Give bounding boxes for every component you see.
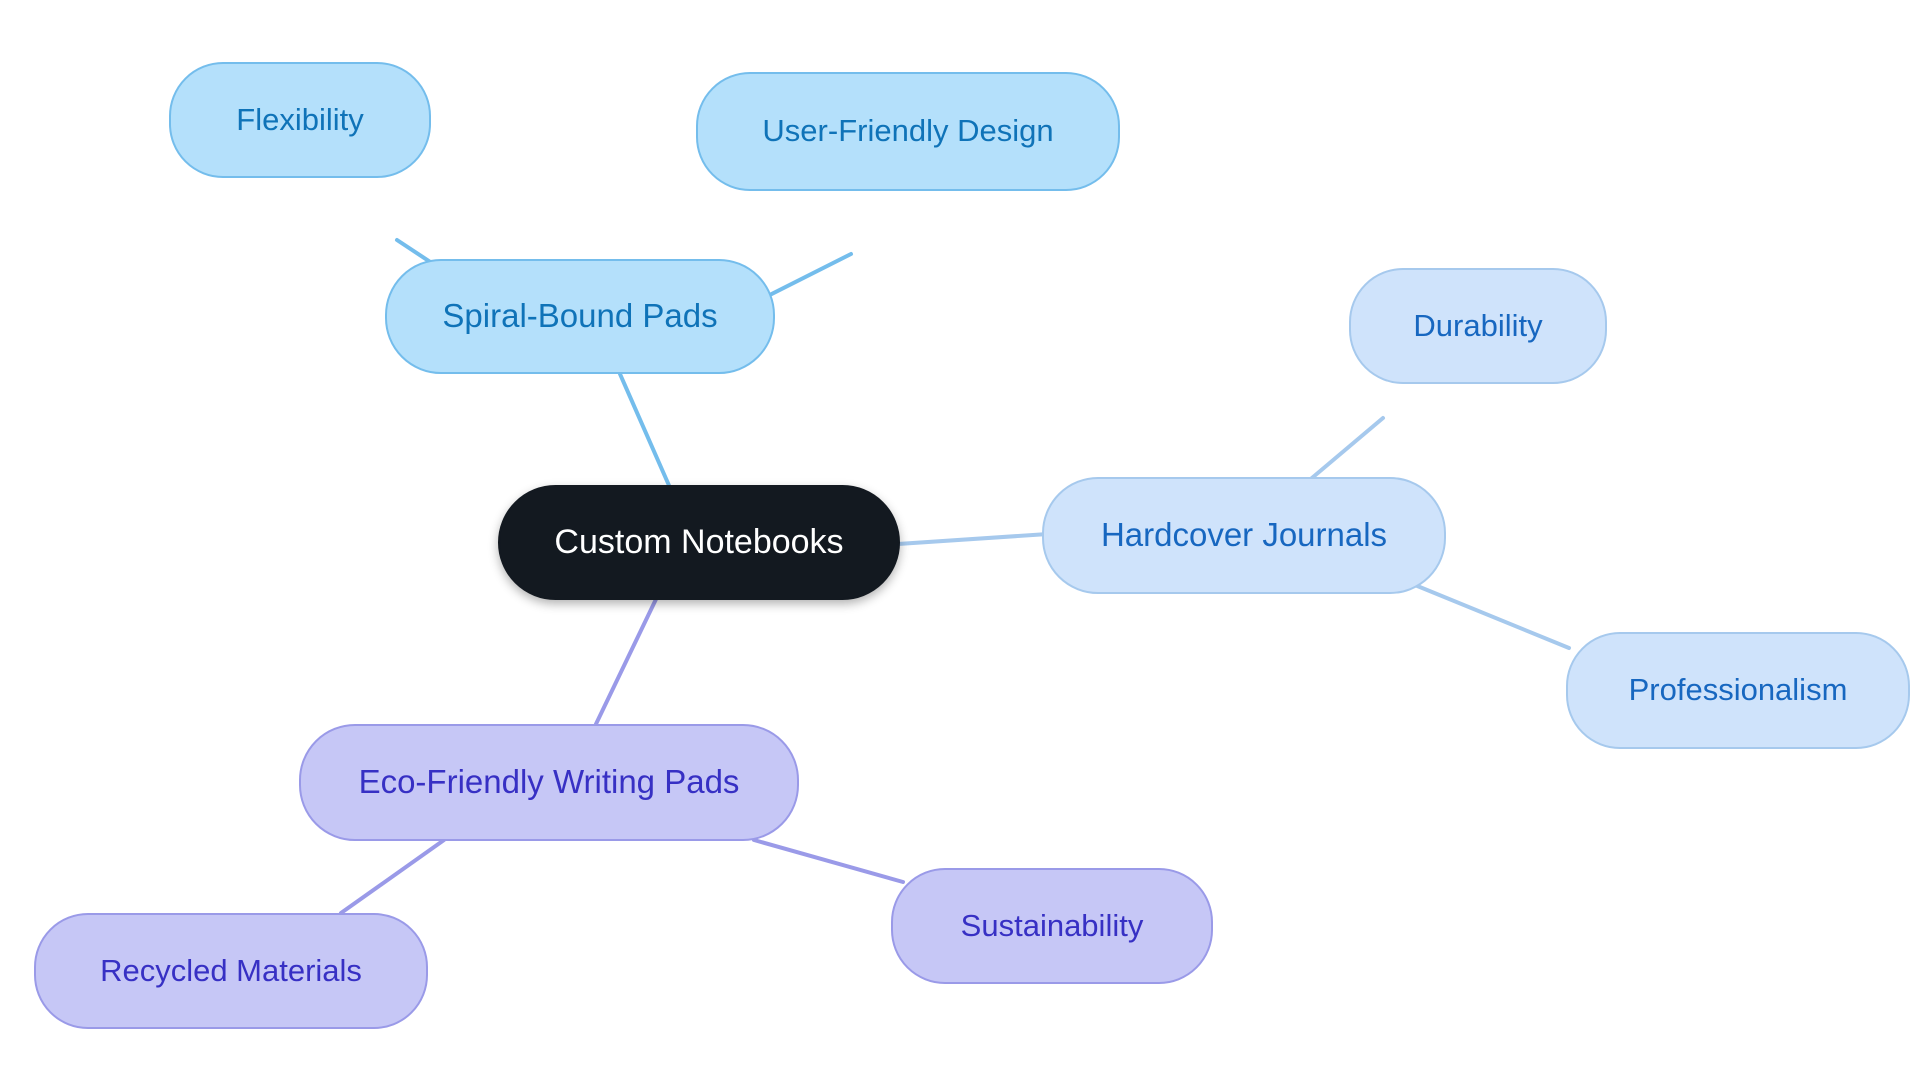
node-sustainability[interactable]: Sustainability [891, 868, 1213, 984]
node-eco-friendly-writing-pads[interactable]: Eco-Friendly Writing Pads [299, 724, 799, 841]
edge-hardcover-journals-to-durability [1304, 416, 1385, 485]
node-hardcover-journals[interactable]: Hardcover Journals [1042, 477, 1446, 594]
edge-eco-friendly-writing-pads-to-sustainability [752, 838, 905, 884]
edge-hardcover-journals-to-professionalism [1408, 581, 1571, 650]
node-label-professionalism: Professionalism [1628, 672, 1848, 708]
node-flexibility[interactable]: Flexibility [169, 62, 431, 178]
node-label-flexibility: Flexibility [236, 101, 364, 137]
node-label-root: Custom Notebooks [554, 522, 844, 561]
node-professionalism[interactable]: Professionalism [1566, 632, 1910, 749]
edge-root-to-eco-friendly-writing-pads [594, 593, 660, 726]
node-root-custom-notebooks[interactable]: Custom Notebooks [498, 485, 900, 600]
node-label-eco-friendly-writing-pads: Eco-Friendly Writing Pads [358, 763, 740, 801]
node-label-spiral-bound-pads: Spiral-Bound Pads [442, 297, 718, 335]
node-label-sustainability: Sustainability [960, 907, 1144, 943]
node-user-friendly-design[interactable]: User-Friendly Design [696, 72, 1120, 191]
edge-root-to-spiral-bound-pads [618, 372, 673, 492]
edge-root-to-hardcover-journals [896, 532, 1050, 546]
node-durability[interactable]: Durability [1349, 268, 1607, 384]
mindmap-canvas: Custom Notebooks Spiral-Bound Pads Flexi… [0, 0, 1920, 1083]
edge-eco-friendly-writing-pads-to-recycled-materials [339, 838, 446, 915]
node-spiral-bound-pads[interactable]: Spiral-Bound Pads [385, 259, 775, 374]
node-label-recycled-materials: Recycled Materials [100, 952, 362, 988]
node-label-user-friendly-design: User-Friendly Design [762, 113, 1054, 149]
node-label-durability: Durability [1413, 307, 1543, 343]
node-recycled-materials[interactable]: Recycled Materials [34, 913, 428, 1029]
node-label-hardcover-journals: Hardcover Journals [1100, 516, 1388, 554]
